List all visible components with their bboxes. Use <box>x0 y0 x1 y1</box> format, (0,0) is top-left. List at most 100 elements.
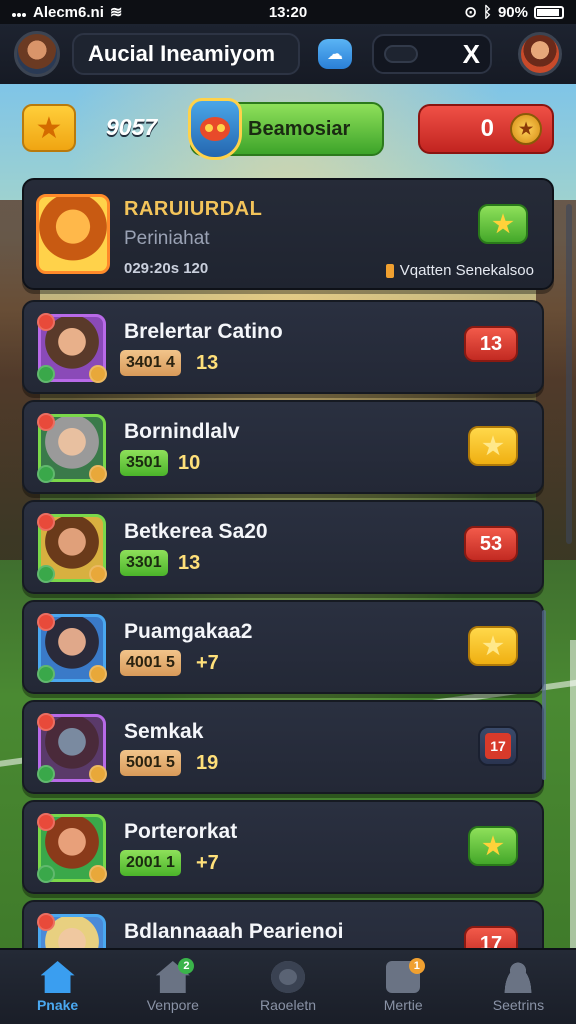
nav-item-raoeletn[interactable]: Raoeletn <box>230 950 345 1024</box>
player-stat: 5001 5 <box>120 750 181 776</box>
featured-subtitle: Periniahat <box>124 228 210 249</box>
player-card[interactable]: Bornindlalv 3501 10 ★ <box>22 400 544 494</box>
player-name: Betkerea Sa20 <box>124 520 268 543</box>
nav-label: Seetrins <box>492 997 545 1013</box>
nav-label: Mertie <box>383 997 423 1013</box>
nav-item-home[interactable]: Pnake <box>0 950 115 1024</box>
player-name: Porterorkat <box>124 820 238 843</box>
rank-button[interactable]: 13 <box>464 326 518 362</box>
status-bar: Alecm6.ni ≋ 13:20 ⊙ ᛒ 90% <box>0 0 576 24</box>
player-card[interactable]: Puamgakaa2 4001 5 +7 ★ <box>22 600 544 694</box>
coin-icon: ★ <box>510 113 542 145</box>
player-level: 10 <box>178 452 201 474</box>
portrait-badge-icon <box>37 465 55 483</box>
player-portrait <box>37 813 107 883</box>
chat-icon[interactable]: ☁ <box>318 39 352 69</box>
star-icon[interactable]: ★ <box>468 626 518 666</box>
bluetooth-icon: ᛒ <box>482 3 492 21</box>
player-name: Semkak <box>124 720 204 743</box>
player-portrait <box>37 613 107 683</box>
portrait-badge-icon <box>37 365 55 383</box>
player-level: +7 <box>196 652 219 674</box>
player-stat: 3301 <box>120 550 168 576</box>
portrait-badge-icon <box>37 313 55 331</box>
featured-card[interactable]: RARUIURDAL Periniahat 029:20s 120 Vqatte… <box>22 178 554 290</box>
badge-button[interactable]: 17 <box>478 726 518 766</box>
nav-item-mertie[interactable]: 1 Mertie <box>346 950 461 1024</box>
list-scrollbar[interactable] <box>542 610 546 780</box>
gear-icon <box>271 961 305 993</box>
star-icon[interactable]: ★ <box>468 426 518 466</box>
alarm-icon: ⊙ <box>464 4 477 21</box>
wifi-icon: ≋ <box>109 4 123 21</box>
search-toggle[interactable]: X <box>372 34 492 74</box>
page-title: Aucial Ineamiyom <box>72 33 300 75</box>
star-icon[interactable]: ★ <box>22 104 76 152</box>
portrait-badge-icon <box>89 665 107 683</box>
nav-badge: 1 <box>408 958 425 974</box>
star-icon[interactable]: ★ <box>468 826 518 866</box>
player-card[interactable]: Betkerea Sa20 3301 13 53 <box>22 500 544 594</box>
home-icon <box>40 961 75 993</box>
player-portrait <box>37 313 107 383</box>
portrait-badge-icon <box>37 565 55 583</box>
rank-button[interactable]: 53 <box>464 526 518 562</box>
player-level: 19 <box>196 752 219 774</box>
battery-icon <box>534 5 564 19</box>
star-icon[interactable]: ★ <box>478 204 528 244</box>
resource-bar: ★ 9057 Beamosiar 0 ★ <box>0 98 576 160</box>
signal-icon <box>12 4 27 21</box>
player-portrait <box>37 513 107 583</box>
currency-button[interactable]: 0 ★ <box>418 104 554 154</box>
featured-note-text: Vqatten Senekalsoo <box>399 262 534 279</box>
scrollbar[interactable] <box>566 204 572 544</box>
portrait-badge-icon <box>89 565 107 583</box>
player-stat: 3401 4 <box>120 350 181 376</box>
player-level: 13 <box>178 552 201 574</box>
portrait-badge-icon <box>37 913 55 931</box>
score-value: 9057 <box>106 114 158 140</box>
badge-value: 17 <box>485 733 511 759</box>
featured-note: Vqatten Senekalsoo <box>385 262 534 279</box>
featured-stat: 029:20s 120 <box>124 260 209 277</box>
portrait-badge-icon <box>37 713 55 731</box>
nav-item-seetrins[interactable]: Seetrins <box>461 950 576 1024</box>
player-name: Bornindlalv <box>124 420 240 443</box>
portrait-badge-icon <box>37 665 55 683</box>
friend-avatar[interactable] <box>518 32 562 76</box>
player-card[interactable]: Brelertar Catino 3401 4 13 13 <box>22 300 544 394</box>
nav-label: Pnake <box>36 997 79 1013</box>
portrait-badge-icon <box>89 365 107 383</box>
nav-item-venpore[interactable]: 2 Venpore <box>115 950 230 1024</box>
player-card[interactable]: Porterorkat 2001 1 +7 ★ <box>22 800 544 894</box>
portrait-badge-icon <box>37 865 55 883</box>
player-portrait <box>37 413 107 483</box>
user-icon <box>501 961 536 993</box>
nav-label: Raoeletn <box>259 997 317 1013</box>
portrait-badge-icon <box>37 413 55 431</box>
player-name: Brelertar Catino <box>124 320 283 343</box>
player-stat: 2001 1 <box>120 850 181 876</box>
portrait-badge-icon <box>37 613 55 631</box>
player-avatar[interactable] <box>14 31 60 77</box>
player-stat: 4001 5 <box>120 650 181 676</box>
portrait-badge-icon <box>37 813 55 831</box>
toggle-switch[interactable] <box>384 45 418 63</box>
player-card[interactable]: Semkak 5001 5 19 17 <box>22 700 544 794</box>
portrait-badge-icon <box>37 513 55 531</box>
nav-label: Venpore <box>146 997 199 1013</box>
carrier-name: Alecm6.ni <box>33 3 104 21</box>
portrait-badge-icon <box>89 465 107 483</box>
battle-button[interactable]: Beamosiar <box>188 98 384 160</box>
currency-value: 0 <box>480 115 494 142</box>
battery-percent: 90% <box>497 3 528 21</box>
close-icon[interactable]: X <box>463 39 480 70</box>
battle-button-label: Beamosiar <box>248 117 351 140</box>
player-portrait <box>37 713 107 783</box>
player-level: 13 <box>196 352 219 374</box>
torch-icon <box>385 263 394 278</box>
portrait-badge-icon <box>89 865 107 883</box>
player-name: Puamgakaa2 <box>124 620 253 643</box>
bottom-nav: Pnake 2 Venpore Raoeletn 1 Mertie Seetri… <box>0 948 576 1024</box>
clock: 13:20 <box>268 3 308 21</box>
